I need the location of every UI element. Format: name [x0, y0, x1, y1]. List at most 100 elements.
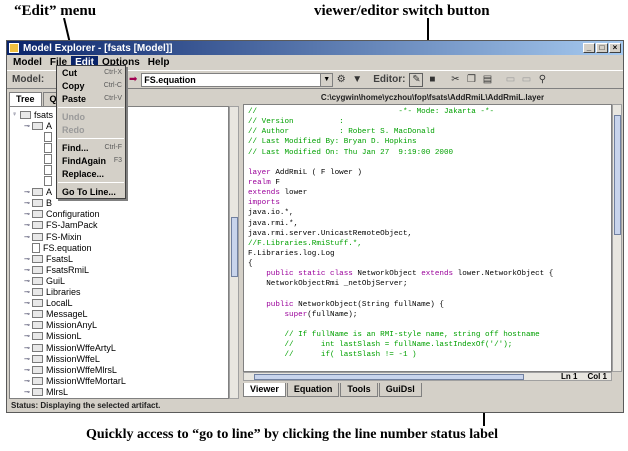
code-token: super	[284, 310, 308, 319]
forward-arrow-icon[interactable]: ➡	[126, 73, 140, 87]
edit-dropdown-menu: Cut Ctrl-X Copy Ctrl-C Paste Ctrl-V Undo Redo Fi…	[56, 65, 126, 199]
tree-node[interactable]	[36, 153, 55, 164]
expand-handle-icon[interactable]: ⊸	[24, 266, 32, 274]
edit-menu-item[interactable]: Undo	[57, 110, 125, 123]
tree-filter-icon[interactable]: ⚙	[334, 73, 348, 87]
code-token: NetworkObjectRmi _netObjServer;	[248, 280, 408, 289]
tree-node[interactable]: ⊸ MissionL	[24, 331, 82, 342]
expand-handle-icon[interactable]: ⊸	[24, 332, 32, 340]
collapse-handle-icon[interactable]: ♀	[12, 111, 20, 118]
find-icon[interactable]: ⚲	[535, 73, 549, 87]
tree-node[interactable]: ⊸ MessageL	[24, 309, 88, 320]
tree-node-label: MissionWffeL	[46, 353, 100, 364]
viewer-editor-switch-icon[interactable]: ✎	[409, 72, 424, 87]
edit-menu-item[interactable]: Go To Line...	[57, 185, 125, 198]
expand-handle-icon[interactable]: ⊸	[24, 377, 32, 385]
tree-node[interactable]: ⊸ FsatsRmiL	[24, 264, 89, 275]
expand-handle-icon[interactable]: ⊸	[24, 210, 32, 218]
save-icon[interactable]: ■	[425, 73, 439, 87]
expand-handle-icon[interactable]: ⊸	[24, 255, 32, 263]
tab-viewer[interactable]: Viewer	[243, 383, 286, 397]
tree-node[interactable]: ⊸ MlrsL	[24, 386, 68, 397]
redo-icon[interactable]: ▭	[519, 73, 533, 87]
tab-guidsl[interactable]: GuiDsl	[378, 383, 422, 397]
editor-hscroll-thumb[interactable]	[254, 374, 524, 380]
close-button[interactable]: ×	[609, 43, 621, 53]
edit-menu-item[interactable]: Paste Ctrl-V	[57, 92, 125, 105]
tree-node[interactable]: ⊸ A	[24, 187, 52, 198]
tree-node[interactable]: ⊸ MissionWffeMlrsL	[24, 364, 117, 375]
menu-help[interactable]: Help	[144, 56, 174, 69]
tree-scroll-thumb[interactable]	[231, 217, 238, 277]
folder-icon	[32, 310, 43, 319]
tree-node-label: GuiL	[46, 275, 66, 286]
expand-handle-icon[interactable]: ⊸	[24, 233, 32, 241]
code-line: // Version :	[248, 117, 607, 127]
expand-handle-icon[interactable]: ⊸	[24, 221, 32, 229]
edit-menu-item[interactable]: FindAgain F3	[57, 154, 125, 167]
paste-icon[interactable]: ▤	[480, 73, 494, 87]
line-number-label[interactable]: Ln 1	[556, 372, 582, 381]
tree-node[interactable]	[36, 176, 55, 187]
tree-node[interactable]: ⊸ Libraries	[24, 287, 81, 298]
tree-node[interactable]	[36, 164, 55, 175]
code-token: // Last Modified By: Bryan D. Hopkins	[248, 138, 417, 147]
code-token: extends	[421, 270, 454, 279]
tree-node[interactable]: ⊸ Configuration	[24, 209, 100, 220]
tree-node[interactable]: ⊸ MissionWffeL	[24, 353, 100, 364]
minimize-button[interactable]: _	[583, 43, 595, 53]
expand-handle-icon[interactable]: ⊸	[24, 299, 32, 307]
expand-handle-icon[interactable]: ⊸	[24, 199, 32, 207]
tree-node[interactable]: ⊸ MissionAnyL	[24, 320, 97, 331]
expand-handle-icon[interactable]: ⊸	[24, 366, 32, 374]
undo-icon[interactable]: ▭	[503, 73, 517, 87]
expand-handle-icon[interactable]: ⊸	[24, 188, 32, 196]
editor-vscrollbar[interactable]	[612, 104, 622, 372]
tree-node[interactable]: FS.equation	[24, 242, 92, 253]
copy-icon[interactable]: ❐	[464, 73, 478, 87]
code-line: // if( lastSlash != -1 )	[248, 350, 607, 360]
tab-tree[interactable]: Tree	[9, 92, 42, 106]
expand-handle-icon[interactable]: ⊸	[24, 321, 32, 329]
expand-handle-icon[interactable]: ⊸	[24, 288, 32, 296]
folder-icon	[32, 332, 43, 341]
tab-tools[interactable]: Tools	[340, 383, 378, 397]
tab-equation[interactable]: Equation	[286, 383, 340, 397]
tree-root[interactable]: ♀ fsats	[12, 109, 53, 120]
edit-menu-item[interactable]: Copy Ctrl-C	[57, 79, 125, 92]
title-bar[interactable]: Model Explorer - [fsats [Model]] _ □ ×	[7, 41, 623, 55]
edit-menu-item[interactable]: Cut Ctrl-X	[57, 66, 125, 79]
expand-handle-icon[interactable]: ⊸	[24, 310, 32, 318]
edit-menu-item[interactable]: Redo	[57, 123, 125, 136]
expand-handle-icon[interactable]: ⊸	[24, 388, 32, 396]
expand-handle-icon[interactable]: ⊸	[24, 277, 32, 285]
tree-node[interactable]: ⊸ FS-JamPack	[24, 220, 98, 231]
code-token: public	[266, 300, 294, 309]
edit-menu-item[interactable]: Find... Ctrl-F	[57, 141, 125, 154]
tree-node[interactable]: ⊸ FS-Mixin	[24, 231, 82, 242]
edit-menu-item[interactable]: Replace...	[57, 167, 125, 180]
expand-handle-icon[interactable]: ⊸	[24, 344, 32, 352]
tree-node[interactable]: ⊸ GuiL	[24, 275, 65, 286]
editor-vscroll-thumb[interactable]	[614, 115, 621, 235]
tree-node[interactable]: ⊸ LocalL	[24, 298, 73, 309]
tree-node[interactable]: ⊸ B	[24, 198, 52, 209]
chevron-down-icon[interactable]: ▼	[320, 73, 333, 86]
expand-handle-icon[interactable]: ⊸	[24, 355, 32, 363]
tree-funnel-icon[interactable]: ▼	[350, 73, 364, 87]
expand-handle-icon[interactable]: ⊸	[24, 122, 32, 130]
tree-node[interactable]	[36, 142, 55, 153]
tree-node[interactable]: ⊸ FsatsL	[24, 253, 73, 264]
feature-combo[interactable]: FS.equation ▼	[141, 72, 334, 87]
code-token: // -*- Mode: Jakarta -*-	[248, 108, 495, 116]
tree-node[interactable]: ⊸ MissionWffeArtyL	[24, 342, 116, 353]
tree-node[interactable]: ⊸ MissionWffeMortarL	[24, 375, 126, 386]
tree-scrollbar[interactable]	[229, 106, 239, 399]
tree-node[interactable]: ⊸ A	[24, 120, 52, 131]
cut-icon[interactable]: ✂	[448, 73, 462, 87]
code-viewer[interactable]: // -*- Mode: Jakarta -*- // Version :// A…	[243, 104, 612, 372]
maximize-button[interactable]: □	[596, 43, 608, 53]
tree-node[interactable]	[36, 131, 55, 142]
menu-model[interactable]: Model	[9, 56, 46, 69]
tree-node[interactable]: ⊸ModelL	[24, 398, 76, 399]
